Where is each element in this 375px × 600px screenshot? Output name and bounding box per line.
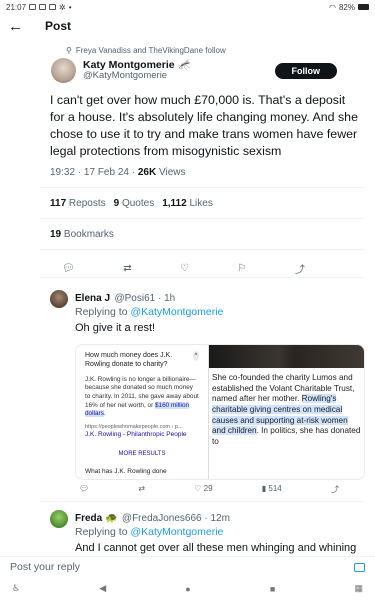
likes-stat[interactable]: 1,112 Likes: [162, 198, 213, 209]
dot-icon: •: [68, 2, 72, 12]
chevron-up-icon: ^: [192, 350, 199, 361]
person-icon: ⚲: [66, 46, 72, 55]
tweet-meta: 19:32 · 17 Feb 24 · 26K Views: [10, 167, 365, 178]
arrow-left-icon[interactable]: ←: [8, 19, 23, 34]
system-nav-bar: ♿︎ ◀ ● ■ ▦: [0, 577, 375, 600]
replying-to: Replying to @KatyMontgomerie: [75, 306, 365, 318]
image-question: How much money does J.K. Rowling donate …: [85, 351, 173, 369]
image-icon[interactable]: [354, 562, 365, 572]
quotes-stat[interactable]: 9 Quotes: [114, 198, 155, 209]
reposts-label: Reposts: [68, 198, 106, 210]
bookmarks-stat[interactable]: 19 Bookmarks: [0, 219, 375, 240]
search-screenshot-image[interactable]: How much money does J.K. Rowling donate …: [76, 344, 209, 479]
like-icon[interactable]: ♡: [180, 263, 189, 274]
recents-nav-icon[interactable]: ■: [270, 584, 275, 594]
tweet-actions: 💬︎ ⇄ ♡ ⚐ ⤴: [0, 250, 375, 277]
like-button[interactable]: ♡ 29: [194, 484, 212, 495]
reply-composer[interactable]: Post your reply: [0, 556, 375, 577]
reply-author-handle[interactable]: @Posi61 · 1h: [114, 293, 175, 304]
keyboard-icon[interactable]: ▦: [354, 583, 363, 594]
social-context: ⚲ Freya Vanadiss and TheVikingDane follo…: [10, 46, 365, 55]
likes-label: Likes: [189, 198, 213, 210]
battery-level: 82%: [338, 2, 355, 12]
reply-author-name[interactable]: Elena J: [75, 293, 110, 304]
repost-icon[interactable]: ⇄: [123, 263, 131, 274]
header: ← Post: [0, 14, 375, 38]
main-tweet: ⚲ Freya Vanadiss and TheVikingDane follo…: [0, 38, 375, 178]
status-bar: 21:07 ✲ • ◠ 82%: [0, 0, 375, 14]
image-source-name: J.K. Rowling - Philanthropic People: [85, 431, 187, 439]
replying-prefix: Replying to: [75, 306, 131, 319]
settings-icon: ✲: [59, 2, 66, 12]
article-screenshot-image[interactable]: She co-founded the charity Lumos and est…: [209, 344, 364, 479]
reply-actions: 💬︎ ⇄ ♡ 29 ▮ 514 ⤴: [75, 480, 365, 495]
accessibility-icon[interactable]: ♿︎: [12, 583, 20, 594]
views-button[interactable]: ▮ 514: [262, 484, 282, 495]
home-nav-icon[interactable]: ●: [185, 584, 190, 594]
back-nav-icon[interactable]: ◀: [99, 583, 106, 594]
reply-author-name[interactable]: Freda 🐢: [75, 513, 117, 524]
views-label: Views: [156, 167, 186, 179]
tweet-text: I can't get over how much £70,000 is. Th…: [50, 93, 358, 158]
share-icon[interactable]: ⤴: [331, 484, 339, 495]
replying-to-handle[interactable]: @KatyMontgomerie: [130, 526, 223, 538]
engagement-stats: 117 Reposts 9 Quotes 1,112 Likes: [0, 188, 375, 209]
replying-prefix: Replying to: [75, 525, 131, 538]
reply-tweet[interactable]: Elena J @Posi61 · 1h Replying to @KatyMo…: [0, 278, 375, 495]
image-body-end: .: [103, 410, 106, 418]
reply-author-handle[interactable]: @FredaJones666 · 12m: [122, 513, 230, 524]
wifi-icon: ◠: [329, 2, 336, 12]
image-question-2: What has J.K. Rowling done: [85, 468, 167, 476]
reply-text: Oh give it a rest!: [75, 322, 156, 335]
quotes-count: 9: [113, 198, 120, 210]
tweet-timestamp[interactable]: 19:32 · 17 Feb 24 ·: [50, 167, 138, 178]
reposts-count: 117: [50, 198, 67, 210]
app-icon: [49, 4, 57, 10]
bookmarks-label: Bookmarks: [63, 229, 114, 241]
repost-icon[interactable]: ⇄: [138, 484, 145, 495]
replying-to: Replying to @KatyMontgomerie: [75, 526, 365, 538]
reply-icon[interactable]: 💬︎: [79, 484, 89, 495]
quotes-label: Quotes: [121, 198, 155, 210]
mail-icon: [39, 4, 47, 10]
views-count: 26K: [137, 167, 157, 179]
image-source-url: https://peoplewhomakepeople.com › p...: [85, 424, 183, 431]
reply-media[interactable]: How much money does J.K. Rowling donate …: [75, 343, 365, 480]
reply-icon[interactable]: 💬︎: [62, 263, 75, 274]
like-count: 29: [203, 483, 213, 493]
avatar[interactable]: [51, 58, 76, 83]
replying-to-handle[interactable]: @KatyMontgomerie: [130, 306, 223, 318]
share-icon[interactable]: ⤴: [295, 261, 305, 276]
social-context-text: Freya Vanadiss and TheVikingDane follow: [75, 46, 226, 55]
views-count: 514: [268, 483, 282, 493]
follow-button[interactable]: Follow: [274, 62, 337, 79]
bookmarks-count: 19: [50, 229, 62, 241]
battery-icon: [358, 4, 369, 10]
avatar[interactable]: [50, 290, 68, 309]
likes-count: 1,112: [162, 198, 187, 210]
status-time: 21:07: [6, 2, 27, 12]
photo: [209, 344, 364, 368]
voicemail-icon: [29, 4, 37, 10]
page-title: Post: [45, 19, 72, 33]
bookmark-icon[interactable]: ⚐: [238, 263, 247, 274]
reposts-stat[interactable]: 117 Reposts: [50, 198, 106, 209]
image-more-results: MORE RESULTS: [118, 451, 166, 458]
author-handle[interactable]: @KatyMontgomerie: [83, 70, 275, 82]
reply-input[interactable]: Post your reply: [10, 561, 80, 573]
avatar[interactable]: [50, 509, 68, 528]
